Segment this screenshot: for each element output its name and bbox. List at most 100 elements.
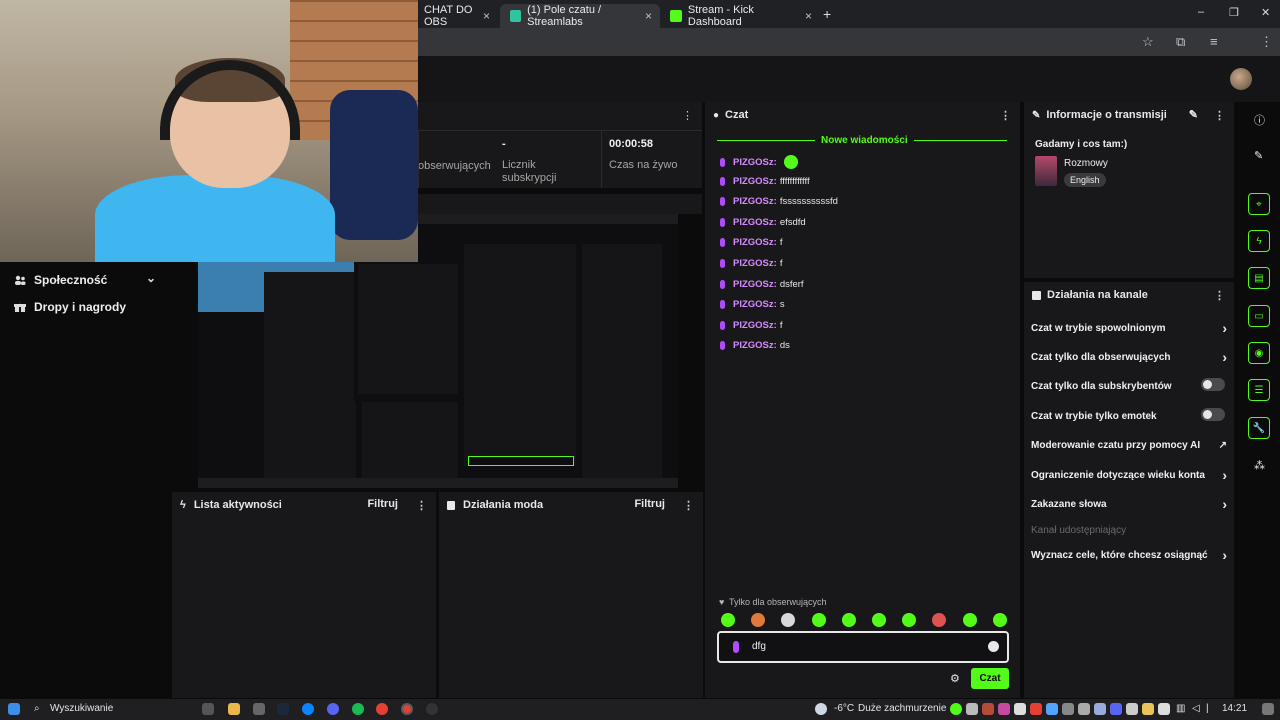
search-icon[interactable]: ⌕ — [34, 703, 40, 714]
edit-stream-info-icon[interactable]: ✎ — [1189, 108, 1198, 121]
chat-menu-icon[interactable]: ⋮ — [1000, 109, 1011, 122]
maximize-button[interactable]: ❐ — [1229, 6, 1239, 19]
chat-input-value[interactable]: dfg — [752, 641, 766, 652]
chevron-right-icon[interactable]: › — [1222, 320, 1227, 336]
task-view-icon[interactable] — [202, 703, 214, 715]
tray-icon[interactable] — [1062, 703, 1074, 715]
chrome-icon[interactable] — [376, 703, 388, 715]
chat-message[interactable]: PIZGOSz: — [720, 155, 798, 169]
volume-icon[interactable]: ◁ — [1192, 703, 1200, 714]
file-explorer-icon[interactable] — [228, 703, 240, 715]
wrench-rail-icon[interactable]: 🔧 — [1248, 417, 1270, 439]
activity-menu-icon[interactable]: ⋮ — [416, 499, 427, 512]
layout-rail-icon[interactable]: ☰ — [1248, 379, 1270, 401]
channel-action-item[interactable]: Czat w trybie spowolnionym › — [1031, 320, 1227, 336]
channel-action-item[interactable]: Czat tylko dla obserwujących › — [1031, 349, 1227, 365]
lightning-rail-icon[interactable]: ϟ — [1248, 230, 1270, 252]
windows-start-icon[interactable] — [8, 703, 20, 715]
chat-message[interactable]: PIZGOSz: s — [720, 299, 785, 310]
close-tab-icon[interactable]: × — [805, 9, 812, 23]
sidebar-item-drops[interactable]: Dropy i nagrody — [14, 300, 126, 314]
edge-icon[interactable] — [302, 703, 314, 715]
channel-action-item[interactable]: Ograniczenie dotyczące wieku konta › — [1031, 467, 1227, 483]
toggle-switch[interactable] — [1201, 378, 1225, 391]
chat-username[interactable]: PIZGOSz: — [733, 196, 777, 207]
stream-info-menu-icon[interactable]: ⋮ — [1214, 109, 1225, 122]
chat-input[interactable]: dfg — [717, 631, 1009, 663]
calculator-icon[interactable] — [253, 703, 265, 715]
chat-username[interactable]: PIZGOSz: — [733, 237, 777, 248]
tray-icon[interactable] — [1158, 703, 1170, 715]
activity-filter-button[interactable]: Filtruj — [367, 498, 398, 510]
chat-username[interactable]: PIZGOSz: — [733, 279, 777, 290]
chat-username[interactable]: PIZGOSz: — [733, 320, 777, 331]
chat-settings-gear-icon[interactable]: ⚙ — [950, 672, 960, 685]
tab-kick-dashboard[interactable]: Stream - Kick Dashboard × — [660, 4, 820, 28]
close-tab-icon[interactable]: × — [483, 9, 490, 23]
bookmark-star-icon[interactable]: ☆ — [1142, 34, 1154, 50]
tab-chat-obs[interactable]: CHAT DO OBS × — [414, 4, 498, 28]
notifications-icon[interactable] — [1262, 703, 1274, 715]
taskbar-search[interactable]: Wyszukiwanie — [50, 703, 113, 714]
chat-username[interactable]: PIZGOSz: — [733, 176, 777, 187]
chevron-right-icon[interactable]: › — [1222, 496, 1227, 512]
chat-username[interactable]: PIZGOSz: — [733, 157, 777, 168]
steam-icon[interactable] — [277, 703, 289, 715]
chat-username[interactable]: PIZGOSz: — [733, 340, 777, 351]
chat-message[interactable]: PIZGOSz: f — [720, 320, 782, 331]
close-tab-icon[interactable]: × — [645, 9, 652, 23]
sidebar-item-community[interactable]: Społeczność ⌄ — [14, 271, 164, 287]
emote-button[interactable] — [992, 613, 1007, 627]
chat-username[interactable]: PIZGOSz: — [733, 217, 777, 228]
chat-message[interactable]: PIZGOSz: dsferf — [720, 279, 804, 290]
extensions-icon[interactable]: ⧉ — [1176, 34, 1185, 50]
channel-actions-menu-icon[interactable]: ⋮ — [1214, 289, 1225, 302]
microphone-icon[interactable]: | — [1206, 703, 1209, 714]
tray-icon[interactable] — [1030, 703, 1042, 715]
emote-button[interactable] — [811, 613, 826, 627]
chat-message[interactable]: PIZGOSz: fssssssssssfd — [720, 196, 838, 207]
chat-username[interactable]: PIZGOSz: — [733, 258, 777, 269]
obs-icon[interactable] — [426, 703, 438, 715]
external-link-icon[interactable]: ↗ — [1219, 440, 1227, 451]
network-icon[interactable]: ▥ — [1176, 703, 1185, 714]
toggle-switch[interactable] — [1201, 408, 1225, 421]
tray-icon[interactable] — [1094, 703, 1106, 715]
chat-message[interactable]: PIZGOSz: ffffffffffff — [720, 176, 810, 187]
chat-username[interactable]: PIZGOSz: — [733, 299, 777, 310]
emote-button[interactable] — [841, 613, 856, 627]
chat-message[interactable]: PIZGOSz: f — [720, 258, 782, 269]
chevron-right-icon[interactable]: › — [1222, 349, 1227, 365]
emote-button[interactable] — [721, 613, 735, 627]
tab-streamlabs[interactable]: (1) Pole czatu / Streamlabs × — [500, 4, 660, 28]
minimize-button[interactable]: – — [1198, 6, 1204, 18]
tray-icon[interactable] — [1142, 703, 1154, 715]
channel-action-item[interactable]: Wyznacz cele, które chcesz osiągnąć › — [1031, 547, 1227, 563]
send-chat-button[interactable]: Czat — [971, 668, 1009, 689]
media-icon[interactable]: ≡ — [1210, 34, 1218, 49]
channel-action-item[interactable]: Moderowanie czatu przy pomocy AI ↗ — [1031, 440, 1227, 451]
tray-icon[interactable] — [998, 703, 1010, 715]
avatar[interactable] — [1230, 68, 1252, 90]
spotify-icon[interactable] — [352, 703, 364, 715]
chat-message[interactable]: PIZGOSz: ds — [720, 340, 790, 351]
emote-button[interactable] — [962, 613, 977, 627]
tray-icon[interactable] — [1014, 703, 1026, 715]
close-window-button[interactable]: ✕ — [1261, 6, 1270, 19]
apps-icon[interactable]: ⁂ — [1254, 459, 1265, 472]
chevron-right-icon[interactable]: › — [1222, 547, 1227, 563]
info-icon[interactable]: ⓘ — [1254, 112, 1265, 128]
channel-action-item[interactable]: Czat w trybie tylko emotek — [1031, 408, 1227, 422]
new-messages-label[interactable]: Nowe wiadomości — [815, 135, 914, 146]
tray-icon[interactable] — [950, 703, 962, 715]
chrome-active-icon[interactable] — [401, 703, 413, 715]
tray-icon[interactable] — [1110, 703, 1122, 715]
pencil-rail-icon[interactable]: ✎ — [1254, 149, 1263, 162]
document-rail-icon[interactable]: ▤ — [1248, 267, 1270, 289]
chat-message[interactable]: PIZGOSz: efsdfd — [720, 217, 806, 228]
tray-icon[interactable] — [982, 703, 994, 715]
mod-actions-menu-icon[interactable]: ⋮ — [683, 499, 694, 512]
discord-icon[interactable] — [327, 703, 339, 715]
new-tab-button[interactable]: + — [823, 6, 831, 22]
chat-rail-icon[interactable]: ▭ — [1248, 305, 1270, 327]
